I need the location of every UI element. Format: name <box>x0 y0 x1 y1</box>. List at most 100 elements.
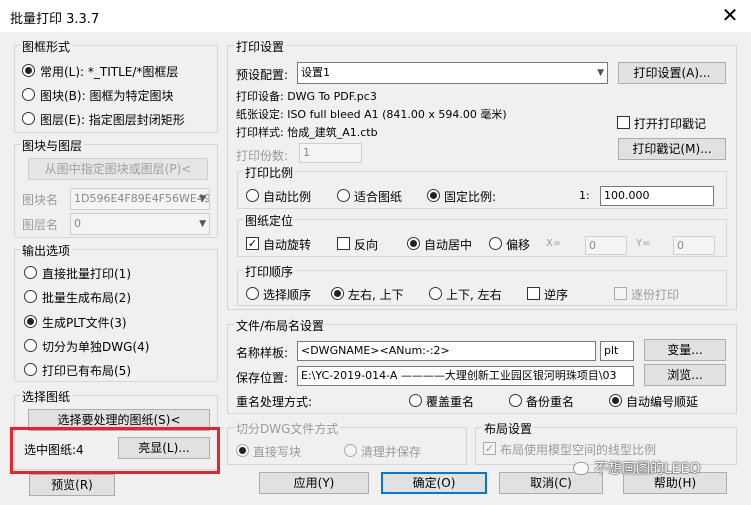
order-tb-lr-label: 上下, 左右 <box>446 288 502 302</box>
file-naming-label: 文件/布局名设置 <box>234 317 327 334</box>
open-stamp-label: 打开打印戳记 <box>634 117 707 131</box>
placement-label: 图纸定位 <box>243 212 296 229</box>
scale-ratio-prefix: 1: <box>579 189 590 202</box>
offset-x-label: X= <box>546 238 562 249</box>
print-style: 打印样式: 怡成_建筑_A1.ctb <box>236 126 378 139</box>
pick-block-layer-button[interactable]: 从图中指定图块或图层(P)< <box>28 158 208 180</box>
offset-x-input[interactable]: 0 <box>585 236 627 255</box>
close-icon[interactable]: ✕ <box>718 3 742 27</box>
offset-y-label: Y= <box>636 238 651 249</box>
order-selection-radio[interactable] <box>246 287 259 300</box>
auto-rotate-label: 自动旋转 <box>263 238 312 252</box>
reverse-checkbox[interactable] <box>337 237 350 250</box>
print-stamp-button[interactable]: 打印戳记(M)... <box>618 138 726 160</box>
browse-button[interactable]: 浏览... <box>644 364 726 386</box>
scale-fit-radio[interactable] <box>337 189 350 202</box>
highlight-annotation-box <box>10 427 220 474</box>
split-dwg-label: 切分DWG文件方式 <box>234 420 341 437</box>
save-location-input[interactable]: E:\YC-2019-014-A ————大理创新工业园区银河明珠项目\03 <box>297 366 634 386</box>
order-label: 打印顺序 <box>243 263 296 280</box>
scale-auto-radio[interactable] <box>246 189 259 202</box>
preset-label: 预设配置: <box>236 68 289 82</box>
dup-overwrite-label: 覆盖重名 <box>426 395 475 409</box>
layer-name-select[interactable]: 0 ▼ <box>70 213 210 235</box>
preview-button[interactable]: 预览(R) <box>29 474 115 496</box>
template-label: 名称样板: <box>236 346 289 360</box>
scale-ratio-input[interactable]: 100.000 <box>600 186 714 206</box>
frame-shape-block-radio[interactable] <box>22 88 35 101</box>
dup-backup-radio[interactable] <box>509 394 522 407</box>
open-stamp-checkbox[interactable] <box>617 116 630 129</box>
duplicate-label: 重名处理方式: <box>236 395 313 409</box>
output-split-dwg-label: 切分为单独DWG(4) <box>42 340 150 354</box>
template-input[interactable]: <DWGNAME><ANum:-:2> <box>297 341 596 361</box>
scale-fit-label: 适合图纸 <box>354 190 403 204</box>
dup-autonumber-radio[interactable] <box>609 394 622 407</box>
block-layer-label: 图块与图层 <box>20 137 85 154</box>
order-reverse-checkbox[interactable] <box>527 287 540 300</box>
offset-label: 偏移 <box>506 238 531 252</box>
output-split-dwg-radio[interactable] <box>24 339 37 352</box>
output-layout-radio[interactable] <box>24 290 37 303</box>
reverse-label: 反向 <box>354 238 379 252</box>
block-name-select[interactable]: 1D596E4F89E4F56WE49 ▼ <box>70 188 210 210</box>
frame-shape-common-label: 常用(L): *_TITLE/*图框层 <box>40 65 179 79</box>
auto-rotate-checkbox[interactable]: ✓ <box>246 237 259 250</box>
order-lr-tb-radio[interactable] <box>331 287 344 300</box>
order-selection-label: 选择顺序 <box>263 288 312 302</box>
offset-y-input[interactable]: 0 <box>673 236 715 255</box>
output-existing-layout-label: 打印已有布局(5) <box>42 364 131 378</box>
ok-button[interactable]: 确定(O) <box>381 472 487 494</box>
linetype-scale-checkbox[interactable]: ✓ <box>483 442 496 455</box>
window-title: 批量打印 3.3.7 <box>10 12 100 27</box>
block-name-label: 图块名 <box>22 193 59 207</box>
chevron-down-icon: ▼ <box>199 194 206 204</box>
block-name-value: 1D596E4F89E4F56WE49 <box>74 192 210 205</box>
chevron-down-icon: ▼ <box>597 68 604 78</box>
scale-auto-label: 自动比例 <box>263 190 312 204</box>
frame-shape-label: 图框形式 <box>20 38 73 55</box>
scale-fixed-radio[interactable] <box>427 189 440 202</box>
offset-radio[interactable] <box>489 237 502 250</box>
print-device: 打印设备: DWG To PDF.pc3 <box>236 90 377 103</box>
linetype-scale-label: 布局使用模型空间的线型比例 <box>500 443 657 457</box>
order-tb-lr-radio[interactable] <box>429 287 442 300</box>
output-direct-print-radio[interactable] <box>24 266 37 279</box>
order-reverse-label: 逆序 <box>544 288 569 302</box>
title-bar: 批量打印 3.3.7 ✕ <box>0 0 751 32</box>
preset-select[interactable]: 设置1 ▼ <box>297 62 608 84</box>
output-direct-print-label: 直接批量打印(1) <box>42 267 131 281</box>
per-copy-checkbox[interactable] <box>614 287 627 300</box>
chevron-down-icon: ▼ <box>199 219 206 229</box>
dup-overwrite-radio[interactable] <box>409 394 422 407</box>
cancel-button[interactable]: 取消(C) <box>499 472 603 494</box>
preset-value: 设置1 <box>301 66 330 79</box>
print-setup-button[interactable]: 打印设置(A)... <box>618 62 726 84</box>
frame-shape-common-radio[interactable] <box>22 64 35 77</box>
extension-input[interactable]: plt <box>600 341 634 361</box>
paper-setting: 纸张设定: ISO full bleed A1 (841.00 x 594.00… <box>236 108 507 121</box>
print-settings-label: 打印设置 <box>234 38 287 55</box>
watermark-text: 不想画图的LEEO <box>594 461 701 477</box>
layer-name-value: 0 <box>74 217 81 230</box>
split-purge-radio[interactable] <box>344 444 357 457</box>
output-layout-label: 批量生成布局(2) <box>42 291 131 305</box>
dup-backup-label: 备份重名 <box>526 395 575 409</box>
output-existing-layout-radio[interactable] <box>24 363 37 376</box>
order-lr-tb-label: 左右, 上下 <box>348 288 404 302</box>
frame-shape-layer-radio[interactable] <box>22 112 35 125</box>
scale-fixed-label: 固定比例: <box>444 190 497 204</box>
layout-settings-label: 布局设置 <box>482 420 535 437</box>
auto-center-radio[interactable] <box>407 237 420 250</box>
output-label: 输出选项 <box>20 242 73 259</box>
save-location-label: 保存位置: <box>236 371 289 385</box>
output-plt-radio[interactable] <box>24 315 37 328</box>
chat-bubble-icon <box>573 462 589 475</box>
apply-button[interactable]: 应用(Y) <box>259 472 369 494</box>
split-purge-label: 清理并保存 <box>361 445 422 459</box>
copies-input[interactable]: 1 <box>299 143 362 163</box>
variable-button[interactable]: 变量... <box>644 339 726 361</box>
split-direct-radio[interactable] <box>236 444 249 457</box>
output-plt-label: 生成PLT文件(3) <box>42 316 127 330</box>
per-copy-label: 逐份打印 <box>631 288 680 302</box>
